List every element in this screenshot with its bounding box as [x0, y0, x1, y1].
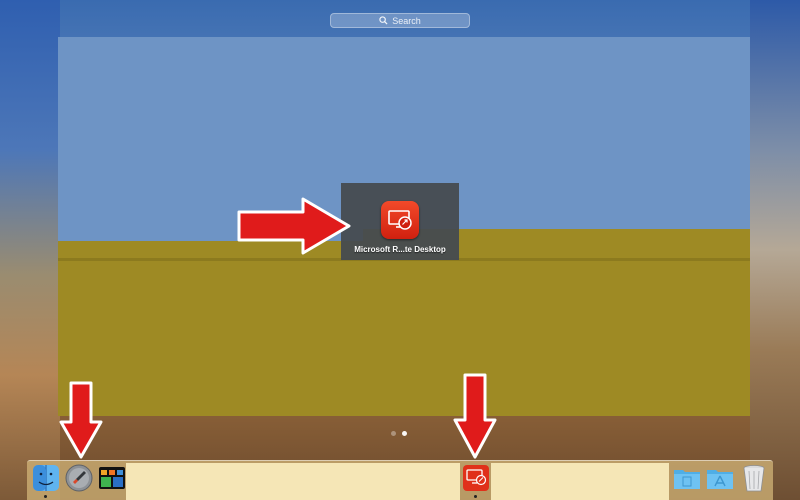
dock-item-remote-desktop[interactable]: [462, 464, 490, 492]
dock-item-applications[interactable]: [706, 464, 734, 492]
dock-spacer: [491, 463, 669, 500]
dock-spacer: [126, 463, 460, 500]
dock-item-finder[interactable]: [32, 464, 60, 492]
finder-icon: [33, 465, 59, 491]
red-arrow-down-icon: [453, 373, 497, 459]
wallpaper-left: [0, 0, 60, 500]
app-store-folder-icon: [707, 470, 733, 489]
dock-item-mission-control[interactable]: [98, 464, 126, 492]
remote-desktop-icon: [463, 465, 489, 491]
page-indicator: [391, 431, 407, 436]
page-dot[interactable]: [391, 431, 396, 436]
search-placeholder: Search: [392, 15, 421, 26]
page-dot-active[interactable]: [402, 431, 407, 436]
search-icon: [379, 16, 388, 25]
red-arrow-right-icon: [237, 197, 351, 255]
dock-item-launchpad[interactable]: [65, 464, 93, 492]
search-input[interactable]: Search: [330, 13, 470, 28]
rocket-icon: [65, 464, 93, 492]
app-tile-remote-desktop[interactable]: Microsoft R...te Desktop: [341, 183, 459, 260]
remote-desktop-icon: [381, 201, 419, 239]
app-tile-label: Microsoft R...te Desktop: [354, 245, 446, 254]
trash-icon: [743, 465, 765, 492]
folder-icon: [674, 470, 700, 489]
red-arrow-down-icon: [59, 381, 103, 459]
running-indicator: [474, 495, 477, 498]
dock-item-trash[interactable]: [740, 464, 768, 492]
wallpaper-right: [750, 0, 800, 500]
mission-control-icon: [99, 467, 125, 489]
running-indicator: [44, 495, 47, 498]
dock-item-documents[interactable]: [673, 464, 701, 492]
